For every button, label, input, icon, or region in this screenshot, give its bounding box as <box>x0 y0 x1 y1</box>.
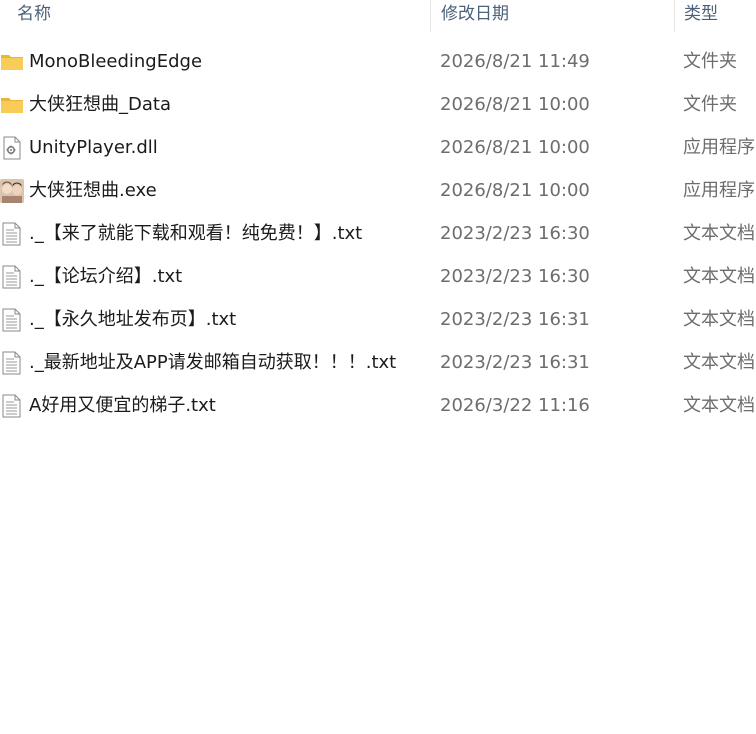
file-row[interactable]: UnityPlayer.dll 2026/8/21 10:00 应用程序 <box>0 126 756 169</box>
file-name: A好用又便宜的梯子.txt <box>29 395 216 416</box>
file-name-cell: ._【永久地址发布页】.txt <box>0 298 430 341</box>
file-type: 文本文档 <box>683 223 755 244</box>
file-name: ._【来了就能下载和观看！纯免费！】.txt <box>29 223 363 244</box>
column-header-name[interactable]: 名称 <box>0 0 430 32</box>
file-name: 大侠狂想曲.exe <box>29 180 157 201</box>
file-date: 2026/3/22 11:16 <box>440 395 590 416</box>
column-header-date[interactable]: 修改日期 <box>430 0 674 32</box>
file-name-cell: UnityPlayer.dll <box>0 126 430 169</box>
text-file-icon <box>0 265 24 289</box>
file-name-cell: ._【论坛介绍】.txt <box>0 255 430 298</box>
text-file-icon <box>0 308 24 332</box>
file-name-cell: 大侠狂想曲.exe <box>0 169 430 212</box>
file-date: 2026/8/21 10:00 <box>440 180 590 201</box>
file-row[interactable]: A好用又便宜的梯子.txt 2026/3/22 11:16 文本文档 <box>0 384 756 427</box>
file-type: 文本文档 <box>683 266 755 287</box>
file-type: 文本文档 <box>683 395 755 416</box>
text-file-icon <box>0 394 24 418</box>
column-header-type[interactable]: 类型 <box>674 0 756 32</box>
file-name: ._【论坛介绍】.txt <box>29 266 183 287</box>
file-row[interactable]: 大侠狂想曲_Data 2026/8/21 10:00 文件夹 <box>0 83 756 126</box>
file-list: MonoBleedingEdge 2026/8/21 11:49 文件夹 大侠狂… <box>0 40 756 427</box>
file-date: 2023/2/23 16:30 <box>440 223 590 244</box>
file-name: UnityPlayer.dll <box>29 137 158 158</box>
file-name-cell: A好用又便宜的梯子.txt <box>0 384 430 427</box>
file-name: ._【永久地址发布页】.txt <box>29 309 237 330</box>
column-header: 名称 修改日期 类型 <box>0 0 756 32</box>
text-file-icon <box>0 351 24 375</box>
file-explorer: 名称 修改日期 类型 MonoBleedingEdge 2026/8/21 11… <box>0 0 756 734</box>
file-date: 2023/2/23 16:31 <box>440 309 590 330</box>
file-name: MonoBleedingEdge <box>29 51 203 72</box>
file-date: 2026/8/21 10:00 <box>440 137 590 158</box>
file-row[interactable]: ._【来了就能下载和观看！纯免费！】.txt 2023/2/23 16:30 文… <box>0 212 756 255</box>
file-name-cell: 大侠狂想曲_Data <box>0 83 430 126</box>
file-name: 大侠狂想曲_Data <box>29 94 171 115</box>
folder-icon <box>0 93 24 117</box>
file-row[interactable]: ._最新地址及APP请发邮箱自动获取！！！.txt 2023/2/23 16:3… <box>0 341 756 384</box>
file-type: 文件夹 <box>683 94 737 115</box>
file-type: 文本文档 <box>683 352 755 373</box>
file-row[interactable]: ._【永久地址发布页】.txt 2023/2/23 16:31 文本文档 <box>0 298 756 341</box>
file-name-cell: ._【来了就能下载和观看！纯免费！】.txt <box>0 212 430 255</box>
file-date: 2023/2/23 16:31 <box>440 352 590 373</box>
dll-file-icon <box>0 136 24 160</box>
folder-icon <box>0 50 24 74</box>
file-name: ._最新地址及APP请发邮箱自动获取！！！.txt <box>29 352 397 373</box>
file-type: 文件夹 <box>683 51 737 72</box>
file-type: 应用程序 <box>683 137 755 158</box>
file-type: 应用程序 <box>683 180 755 201</box>
file-name-cell: MonoBleedingEdge <box>0 40 430 83</box>
file-date: 2023/2/23 16:30 <box>440 266 590 287</box>
text-file-icon <box>0 222 24 246</box>
file-name-cell: ._最新地址及APP请发邮箱自动获取！！！.txt <box>0 341 430 384</box>
file-type: 文本文档 <box>683 309 755 330</box>
app-icon <box>0 179 24 203</box>
file-row[interactable]: ._【论坛介绍】.txt 2023/2/23 16:30 文本文档 <box>0 255 756 298</box>
file-row[interactable]: 大侠狂想曲.exe 2026/8/21 10:00 应用程序 <box>0 169 756 212</box>
file-date: 2026/8/21 11:49 <box>440 51 590 72</box>
file-date: 2026/8/21 10:00 <box>440 94 590 115</box>
file-row[interactable]: MonoBleedingEdge 2026/8/21 11:49 文件夹 <box>0 40 756 83</box>
